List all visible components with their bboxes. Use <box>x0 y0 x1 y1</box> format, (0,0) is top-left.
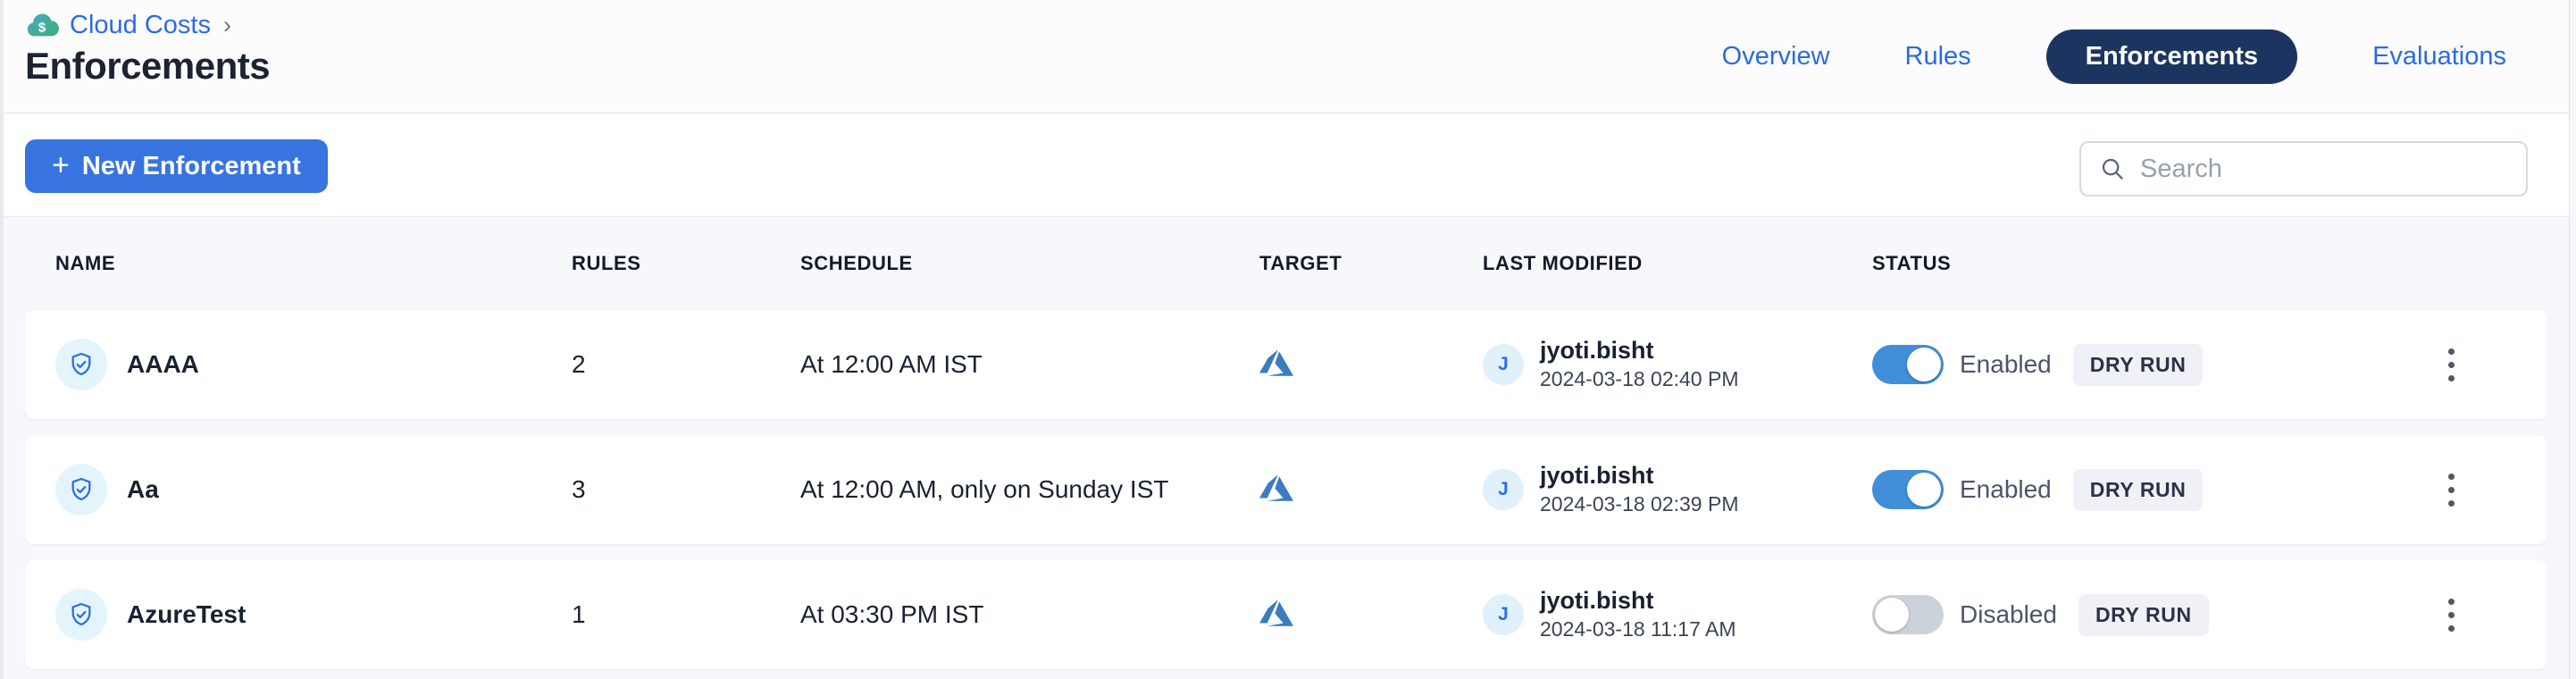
dry-run-badge: DRY RUN <box>2078 594 2209 636</box>
table-row[interactable]: AAAA 2 At 12:00 AM IST J jyoti.bisht 202 <box>25 310 2547 419</box>
rules-count: 1 <box>572 600 800 629</box>
cloud-dollar-icon: $ <box>25 12 59 40</box>
toggle-knob <box>1907 348 1941 381</box>
azure-icon <box>1259 471 1293 509</box>
modified-timestamp: 2024-03-18 02:39 PM <box>1540 491 1739 518</box>
table-row[interactable]: Aa 3 At 12:00 AM, only on Sunday IST J j… <box>25 435 2547 544</box>
shield-check-icon <box>55 339 107 390</box>
kebab-menu-icon[interactable] <box>2439 590 2463 641</box>
toolbar: + New Enforcement <box>4 113 2569 217</box>
modified-timestamp: 2024-03-18 11:17 AM <box>1540 616 1736 643</box>
column-header-rules: RULES <box>572 252 800 275</box>
main-content: $ Cloud Costs › Enforcements Overview Ru… <box>4 0 2570 679</box>
svg-text:$: $ <box>38 20 46 35</box>
modified-by-user: jyoti.bisht <box>1540 336 1739 366</box>
table-row[interactable]: AzureTest 1 At 03:30 PM IST J jyoti.bish… <box>25 560 2547 669</box>
dry-run-badge: DRY RUN <box>2073 344 2204 386</box>
schedule-text: At 12:00 AM IST <box>800 350 1259 379</box>
modified-timestamp: 2024-03-18 02:40 PM <box>1540 366 1739 393</box>
schedule-text: At 12:00 AM, only on Sunday IST <box>800 475 1259 504</box>
column-header-last-modified: LAST MODIFIED <box>1483 252 1872 275</box>
enabled-toggle[interactable] <box>1872 470 1944 509</box>
avatar: J <box>1483 594 1524 635</box>
table-body: AAAA 2 At 12:00 AM IST J jyoti.bisht 202 <box>4 310 2569 669</box>
chevron-right-icon: › <box>223 12 231 39</box>
modified-by-user: jyoti.bisht <box>1540 586 1736 616</box>
modified-by-user: jyoti.bisht <box>1540 461 1739 491</box>
enforcements-table: NAME RULES SCHEDULE TARGET LAST MODIFIED… <box>4 217 2569 679</box>
new-enforcement-button[interactable]: + New Enforcement <box>25 139 328 193</box>
schedule-text: At 03:30 PM IST <box>800 600 1259 629</box>
enforcement-name[interactable]: AzureTest <box>127 600 246 629</box>
status-label: Disabled <box>1960 600 2057 629</box>
tab-evaluations[interactable]: Evaluations <box>2372 42 2506 71</box>
avatar: J <box>1483 344 1524 385</box>
azure-icon <box>1259 346 1293 384</box>
column-header-name: NAME <box>55 252 572 275</box>
kebab-menu-icon[interactable] <box>2439 340 2463 390</box>
tab-rules[interactable]: Rules <box>1905 42 1971 71</box>
dry-run-badge: DRY RUN <box>2073 469 2204 511</box>
tab-enforcements[interactable]: Enforcements <box>2046 29 2297 84</box>
shield-check-icon <box>55 464 107 516</box>
search-box[interactable] <box>2079 141 2528 197</box>
rules-count: 2 <box>572 350 800 379</box>
tab-bar: Overview Rules Enforcements Evaluations <box>1722 0 2506 113</box>
enabled-toggle[interactable] <box>1872 345 1944 384</box>
enforcement-name[interactable]: AAAA <box>127 350 199 379</box>
column-header-status: STATUS <box>1872 252 2372 275</box>
toggle-knob <box>1875 598 1909 632</box>
plus-icon: + <box>52 150 70 180</box>
rules-count: 3 <box>572 475 800 504</box>
search-input[interactable] <box>2140 155 2508 184</box>
tab-overview[interactable]: Overview <box>1722 42 1830 71</box>
kebab-menu-icon[interactable] <box>2439 465 2463 516</box>
azure-icon <box>1259 596 1293 634</box>
shield-check-icon <box>55 589 107 641</box>
avatar: J <box>1483 469 1524 510</box>
page-header: $ Cloud Costs › Enforcements Overview Ru… <box>4 0 2569 113</box>
page-title: Enforcements <box>25 45 270 88</box>
search-icon <box>2099 155 2126 182</box>
table-header-row: NAME RULES SCHEDULE TARGET LAST MODIFIED… <box>25 217 2547 310</box>
enforcement-name[interactable]: Aa <box>127 475 159 504</box>
enabled-toggle[interactable] <box>1872 595 1944 634</box>
column-header-target: TARGET <box>1259 252 1483 275</box>
breadcrumb: $ Cloud Costs › <box>25 11 231 40</box>
column-header-schedule: SCHEDULE <box>800 252 1259 275</box>
new-enforcement-button-label: New Enforcement <box>82 152 301 181</box>
status-label: Enabled <box>1960 475 2052 504</box>
status-label: Enabled <box>1960 350 2052 379</box>
toggle-knob <box>1907 473 1941 507</box>
breadcrumb-cloud-costs-link[interactable]: Cloud Costs <box>70 11 211 40</box>
